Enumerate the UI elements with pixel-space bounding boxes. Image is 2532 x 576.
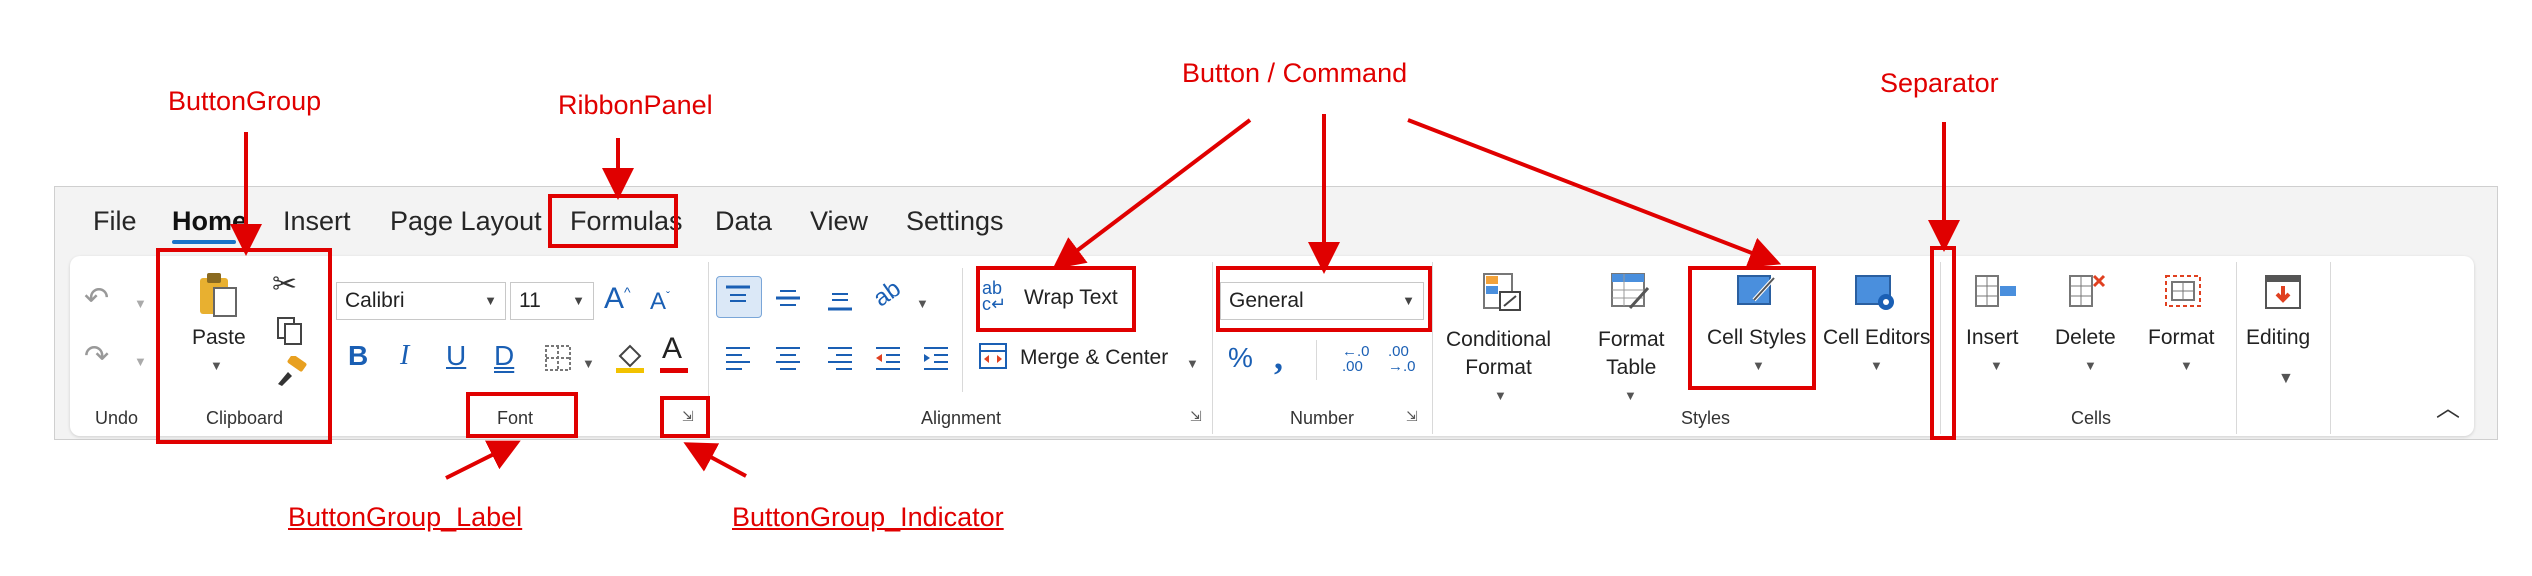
annotation-label-button-group: ButtonGroup	[168, 86, 322, 116]
annotation-label-button-group-indicator: ButtonGroup_Indicator	[732, 502, 1004, 532]
annotation-label-button-command: Button / Command	[1182, 58, 1408, 88]
annotation-label-separator: Separator	[1880, 68, 1999, 98]
annotation-label-button-group-label: ButtonGroup_Label	[288, 502, 523, 532]
annotation-label-ribbon-panel: RibbonPanel	[558, 90, 713, 120]
